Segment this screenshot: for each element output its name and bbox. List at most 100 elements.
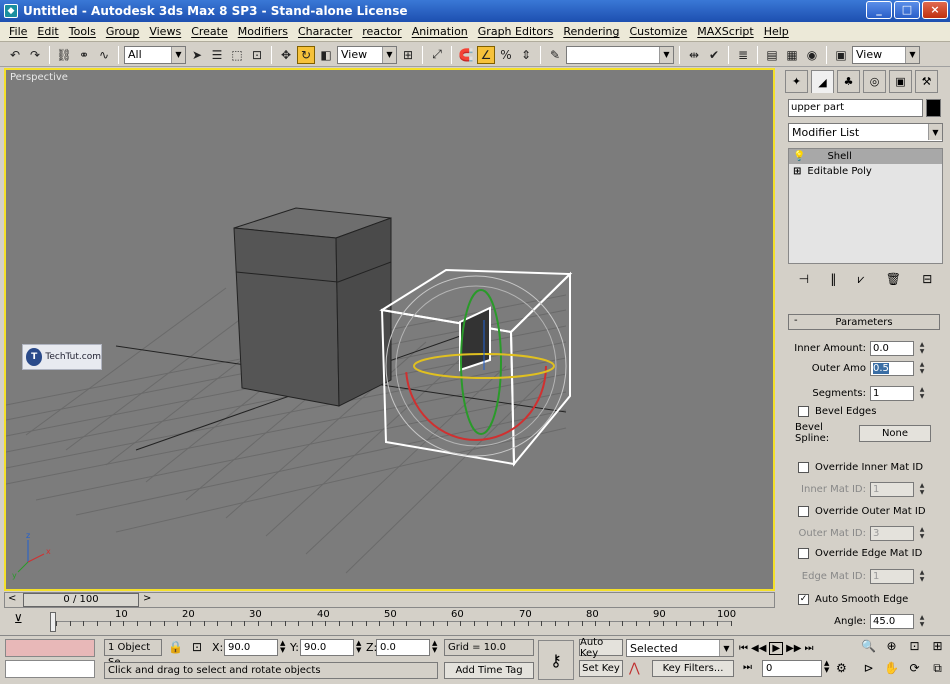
menu-create[interactable]: Create xyxy=(186,25,233,38)
align-icon[interactable]: ✔ xyxy=(705,46,723,64)
show-end-result-icon[interactable]: ‖ xyxy=(830,272,836,286)
menu-help[interactable]: Help xyxy=(759,25,794,38)
undo-icon[interactable]: ↶ xyxy=(6,46,24,64)
inner-mat-spinner-icon[interactable]: ▲ ▼ xyxy=(917,482,927,497)
bevel-spline-button[interactable]: None xyxy=(859,424,931,442)
collapse-minus-icon[interactable]: - xyxy=(794,315,798,326)
maximize-viewport-icon[interactable]: ⧉ xyxy=(927,661,948,682)
x-coordinate-field[interactable]: 90.0 xyxy=(224,639,278,656)
absolute-mode-icon[interactable]: ⊡ xyxy=(192,640,202,654)
bind-space-warp-icon[interactable]: ∿ xyxy=(95,46,113,64)
menu-customize[interactable]: Customize xyxy=(624,25,692,38)
menu-modifiers[interactable]: Modifiers xyxy=(233,25,293,38)
outer-mat-id-field[interactable]: 3 xyxy=(870,526,914,541)
curve-editor-icon[interactable]: ▤ xyxy=(763,46,781,64)
rotate-icon[interactable]: ↻ xyxy=(297,45,315,64)
unlink-icon[interactable]: ⚭ xyxy=(75,46,93,64)
angle-snap-icon[interactable]: ∠ xyxy=(477,45,495,64)
menu-views[interactable]: Views xyxy=(144,25,186,38)
selection-filter-dropdown[interactable]: All ▼ xyxy=(124,45,186,64)
time-slider[interactable]: 0 / 100 xyxy=(23,593,139,607)
lock-selection-icon[interactable]: 🔒 xyxy=(168,640,183,654)
edge-mat-id-field[interactable]: 1 xyxy=(870,569,914,584)
bevel-edges-checkbox[interactable]: Bevel Edges xyxy=(798,406,876,417)
maxscript-listener-mini[interactable] xyxy=(5,639,95,657)
arc-rotate-icon[interactable]: ⟳ xyxy=(904,661,925,682)
menu-maxscript[interactable]: MAXScript xyxy=(692,25,758,38)
outer-amount-field[interactable]: 0.5 xyxy=(870,361,914,376)
object-color-swatch[interactable] xyxy=(926,99,941,117)
current-frame-field[interactable]: 0 xyxy=(762,660,822,677)
remove-modifier-icon[interactable]: 🗑 xyxy=(886,272,901,286)
snap-toggle-icon[interactable]: 🧲 xyxy=(457,46,475,64)
time-configuration-icon[interactable]: ⚙ xyxy=(836,661,847,675)
modifier-list-dropdown[interactable]: Modifier List ▼ xyxy=(788,123,943,142)
override-edge-mat-checkbox[interactable]: Override Edge Mat ID xyxy=(798,548,922,559)
inner-amount-spinner-icon[interactable]: ▲ ▼ xyxy=(917,341,927,356)
hierarchy-tab-icon[interactable]: ♣ xyxy=(837,70,860,93)
pin-stack-icon[interactable]: ⊣ xyxy=(799,272,809,286)
menu-graph-editors[interactable]: Graph Editors xyxy=(473,25,559,38)
maximize-button[interactable]: □ xyxy=(894,1,920,19)
create-tab-icon[interactable]: ✦ xyxy=(785,70,808,93)
zoom-all-icon[interactable]: ⊕ xyxy=(881,639,902,659)
key-mode-dropdown[interactable]: Selected ▼ xyxy=(626,639,734,657)
utilities-tab-icon[interactable]: ⚒ xyxy=(915,70,938,93)
menu-file[interactable]: File xyxy=(4,25,32,38)
set-key-button[interactable]: Set Key xyxy=(579,660,623,677)
pan-icon[interactable]: ✋ xyxy=(881,661,902,682)
go-to-end-icon[interactable]: ⏭ xyxy=(804,643,813,654)
perspective-viewport[interactable]: Perspective z x y T TechTut.com xyxy=(4,68,775,591)
configure-sets-icon[interactable]: ⊟ xyxy=(922,272,932,286)
named-selection-dropdown[interactable]: ▼ xyxy=(566,45,674,64)
layer-manager-icon[interactable]: ≣ xyxy=(734,46,752,64)
menu-character[interactable]: Character xyxy=(293,25,357,38)
redo-icon[interactable]: ↷ xyxy=(26,46,44,64)
y-coordinate-field[interactable]: 90.0 xyxy=(300,639,354,656)
maxscript-listener-output[interactable] xyxy=(5,660,95,678)
go-to-start-icon[interactable]: ⏮ xyxy=(739,643,748,654)
scale-icon[interactable]: ◧ xyxy=(317,46,335,64)
next-frame-icon[interactable]: > xyxy=(143,593,151,604)
schematic-view-icon[interactable]: ▦ xyxy=(783,46,801,64)
reference-coordinate-dropdown[interactable]: View ▼ xyxy=(337,45,397,64)
next-frame-icon[interactable]: ▶▶ xyxy=(786,643,801,654)
curve-editor-mini-icon[interactable]: ⊻ xyxy=(14,612,23,626)
window-crossing-icon[interactable]: ⊡ xyxy=(248,46,266,64)
outer-mat-spinner-icon[interactable]: ▲ ▼ xyxy=(917,526,927,541)
auto-smooth-edge-checkbox[interactable]: ✓ Auto Smooth Edge xyxy=(798,594,908,605)
material-editor-icon[interactable]: ◉ xyxy=(803,46,821,64)
spinner-snap-icon[interactable]: ⇕ xyxy=(517,46,535,64)
select-link-icon[interactable]: ⛓ xyxy=(55,46,73,64)
previous-frame-icon[interactable]: ◀◀ xyxy=(751,643,766,654)
track-bar[interactable]: ⊻ 10 20 30 40 50 60 70 80 90 100 xyxy=(4,609,775,635)
key-filters-button[interactable]: Key Filters... xyxy=(652,660,734,677)
scene-canvas[interactable]: z x y xyxy=(6,70,775,591)
prev-frame-icon[interactable]: < xyxy=(8,593,16,604)
object-name-field[interactable]: upper part xyxy=(788,99,923,117)
select-manipulate-icon[interactable]: ⤢ xyxy=(428,46,446,64)
zoom-extents-icon[interactable]: ⊡ xyxy=(904,639,925,659)
menu-edit[interactable]: Edit xyxy=(32,25,63,38)
mirror-icon[interactable]: ⇹ xyxy=(685,46,703,64)
frame-spinner-icon[interactable]: ▲ ▼ xyxy=(824,660,829,674)
modify-tab-icon[interactable]: ◢ xyxy=(811,70,834,93)
key-mode-toggle-icon[interactable]: ⏭ xyxy=(743,662,752,673)
outer-amount-spinner-icon[interactable]: ▲ ▼ xyxy=(917,361,927,376)
override-inner-mat-checkbox[interactable]: Override Inner Mat ID xyxy=(798,462,923,473)
x-spinner-icon[interactable]: ▲ ▼ xyxy=(280,640,285,654)
stack-item-editable-poly[interactable]: ⊞ Editable Poly xyxy=(789,164,942,179)
close-button[interactable]: × xyxy=(922,1,948,19)
inner-amount-field[interactable]: 0.0 xyxy=(870,341,914,356)
menu-animation[interactable]: Animation xyxy=(407,25,473,38)
override-outer-mat-checkbox[interactable]: Override Outer Mat ID xyxy=(798,506,926,517)
angle-field[interactable]: 45.0 xyxy=(870,614,914,629)
field-of-view-icon[interactable]: ⊳ xyxy=(858,661,879,682)
add-time-tag-button[interactable]: Add Time Tag xyxy=(444,662,534,679)
stack-item-shell[interactable]: 💡 Shell xyxy=(789,149,942,164)
select-by-name-icon[interactable]: ☰ xyxy=(208,46,226,64)
edge-mat-spinner-icon[interactable]: ▲ ▼ xyxy=(917,569,927,584)
y-spinner-icon[interactable]: ▲ ▼ xyxy=(356,640,361,654)
inner-mat-id-field[interactable]: 1 xyxy=(870,482,914,497)
z-coordinate-field[interactable]: 0.0 xyxy=(376,639,430,656)
